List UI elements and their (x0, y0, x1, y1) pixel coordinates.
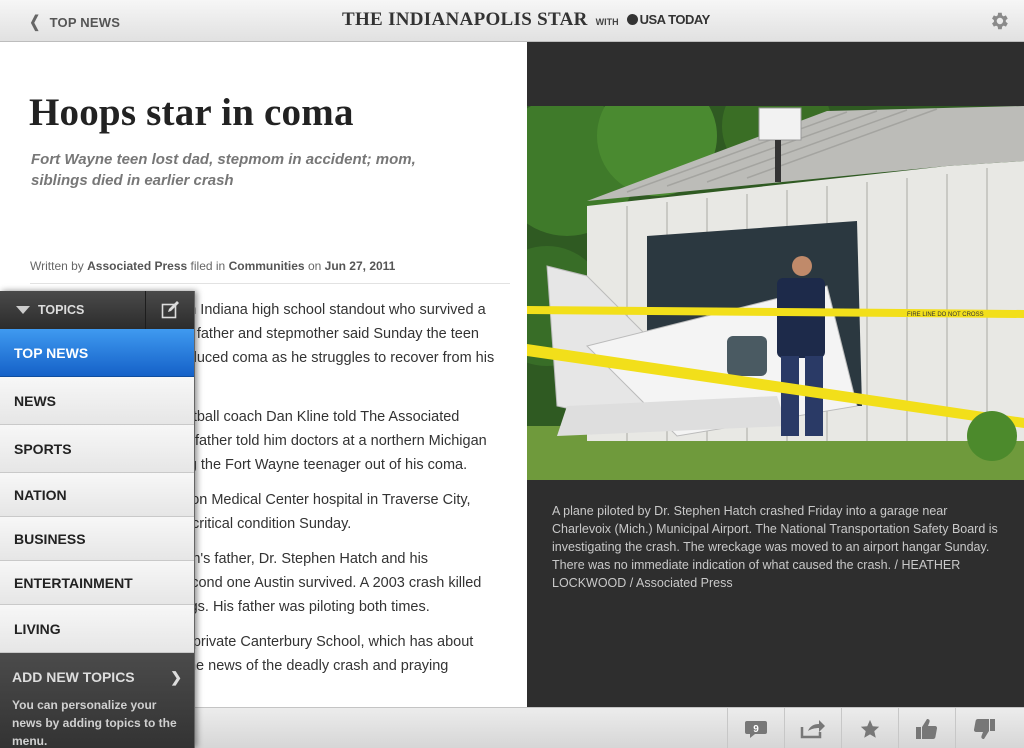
topic-news[interactable]: NEWS (0, 377, 194, 425)
topic-sports[interactable]: SPORTS (0, 425, 194, 473)
topics-header[interactable]: TOPICS (0, 291, 194, 329)
article-byline: Written by Associated Press filed in Com… (30, 259, 395, 273)
byline-on: on (307, 259, 322, 273)
edit-icon (161, 301, 179, 319)
top-bar: ❮ TOP NEWS THE INDIANAPOLIS STAR WITH US… (0, 0, 1024, 42)
share-icon (800, 719, 825, 738)
masthead-with: WITH (595, 17, 619, 27)
favorite-button[interactable] (841, 708, 898, 748)
masthead-logo: THE INDIANAPOLIS STAR WITH USA TODAY (342, 9, 710, 31)
edit-topics-button[interactable] (145, 291, 194, 329)
thumbs-up-icon (916, 718, 938, 739)
back-button[interactable]: ❮ TOP NEWS (28, 12, 120, 32)
usa-today-label: USA TODAY (639, 12, 711, 27)
chevron-right-icon: ❯ (170, 669, 182, 685)
byline-date: Jun 27, 2011 (324, 259, 396, 273)
topic-entertainment[interactable]: ENTERTAINMENT (0, 561, 194, 605)
comments-count: 9 (753, 724, 759, 735)
star-icon (860, 719, 880, 738)
topic-business[interactable]: BUSINESS (0, 517, 194, 561)
back-label: TOP NEWS (49, 14, 121, 30)
photo-panel: FIRE LINE DO NOT CROSS A plane piloted b… (527, 42, 1024, 707)
byline-section[interactable]: Communities (229, 259, 305, 273)
share-button[interactable] (784, 708, 841, 748)
add-new-topics-description: You can personalize your news by adding … (12, 698, 177, 748)
triangle-down-icon (16, 306, 30, 314)
add-new-topics-label: ADD NEW TOPICS (12, 669, 135, 685)
bottom-toolbar: 9 (195, 707, 1024, 748)
topics-toggle[interactable]: TOPICS (16, 303, 84, 317)
byline-divider (30, 283, 510, 284)
topics-header-label: TOPICS (38, 303, 85, 317)
comments-icon: 9 (745, 720, 767, 738)
like-button[interactable] (898, 708, 955, 748)
usa-today-logo: USA TODAY (626, 12, 711, 27)
photo-caption: A plane piloted by Dr. Stephen Hatch cra… (552, 504, 998, 590)
byline-written-by: Written by (30, 259, 84, 273)
masthead-name: THE INDIANAPOLIS STAR (342, 9, 588, 30)
thumbs-down-icon (973, 718, 995, 739)
add-new-topics-panel[interactable]: ADD NEW TOPICS ❯ You can personalize you… (0, 653, 194, 748)
caution-tape-text: FIRE LINE DO NOT CROSS (907, 312, 984, 318)
comments-button[interactable]: 9 (727, 708, 784, 748)
add-new-topics-button[interactable]: ADD NEW TOPICS ❯ (12, 669, 182, 686)
gear-icon[interactable] (988, 10, 1010, 32)
dislike-button[interactable] (955, 708, 1012, 748)
topic-top-news[interactable]: TOP NEWS (0, 329, 194, 377)
topic-nation[interactable]: NATION (0, 473, 194, 517)
article-subhead: Fort Wayne teen lost dad, stepmom in acc… (31, 151, 416, 189)
byline-filed-in: filed in (190, 259, 226, 273)
topic-living[interactable]: LIVING (0, 605, 194, 653)
usa-today-dot-icon (626, 14, 638, 25)
chevron-left-icon: ❮ (29, 14, 41, 31)
topics-menu: TOPICS TOP NEWS NEWS SPORTS NATION BUSIN… (0, 291, 195, 748)
crash-photo[interactable]: FIRE LINE DO NOT CROSS (527, 106, 1024, 480)
byline-author[interactable]: Associated Press (87, 259, 187, 273)
article-headline: Hoops star in coma (29, 91, 354, 134)
